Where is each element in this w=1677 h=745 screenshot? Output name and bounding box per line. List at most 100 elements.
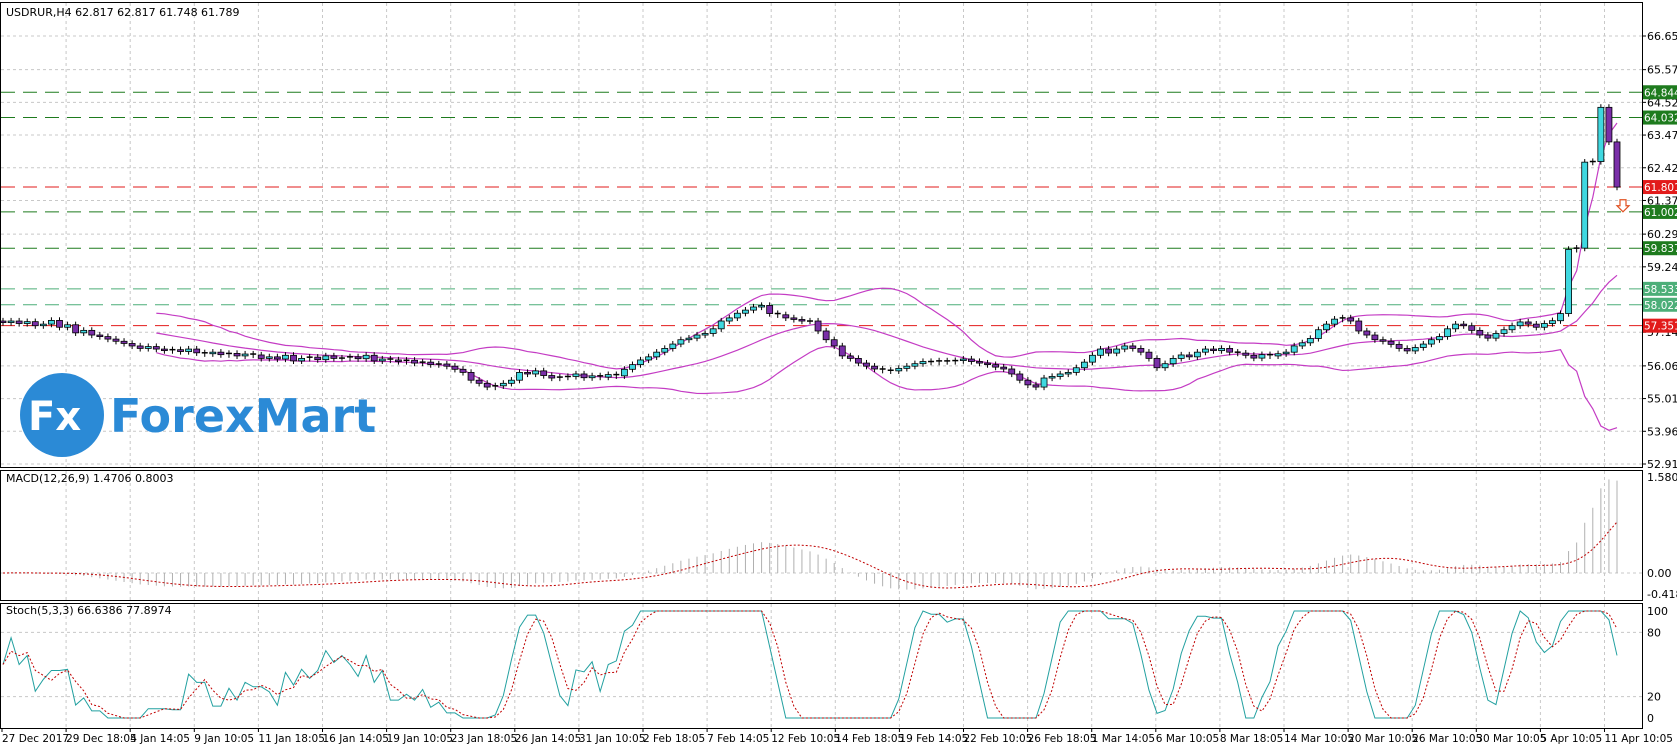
time-label: 23 Jan 18:05 [451, 733, 517, 745]
candle-bear [1363, 330, 1371, 336]
candle-bull [709, 328, 717, 334]
candle-bull [895, 367, 903, 372]
candle-bull [1436, 336, 1443, 341]
candle-bear [1460, 323, 1468, 327]
candle-bull [572, 373, 580, 377]
candle-bull [532, 370, 540, 375]
candle-bull [378, 358, 386, 362]
candle-bear [1008, 368, 1016, 375]
candle-bear [1016, 373, 1024, 381]
candle-bull [1056, 373, 1064, 377]
level-value: 57.351 [1644, 321, 1677, 333]
candle-bear [1105, 348, 1112, 354]
candle-bear [257, 354, 265, 359]
candle-bull [1508, 325, 1516, 331]
candle-bull [64, 324, 71, 328]
time-label: 30 Mar 10:05 [1476, 733, 1546, 745]
macd-axis-label: 0.00 [1647, 567, 1672, 580]
candle-bear [177, 349, 184, 352]
level-value: 59.837 [1644, 243, 1677, 255]
candle-bull [1121, 345, 1129, 350]
level-value: 61.002 [1644, 207, 1677, 219]
price-label: 53.960 [1647, 425, 1677, 438]
candle-bear [1355, 320, 1363, 332]
candle-bear [354, 356, 362, 360]
level-value: 58.533 [1644, 284, 1677, 296]
candle-bear [96, 334, 104, 337]
stoch-panel-frame [0, 603, 1643, 729]
candle-bull [717, 320, 725, 330]
candle-bear [451, 365, 459, 370]
price-levels [1, 91, 1642, 327]
candle-bear [766, 305, 774, 314]
candle-bull [629, 364, 636, 370]
stoch-info: Stoch(5,3,3) 66.6386 77.8974 [6, 604, 172, 617]
candle-bull [1298, 342, 1306, 347]
candle-bull [1419, 343, 1427, 348]
price-label: 59.240 [1647, 261, 1677, 274]
candle-bull [516, 372, 523, 381]
candle-bull [1089, 354, 1096, 363]
price-label: 62.420 [1647, 162, 1677, 175]
candle-bear [443, 363, 451, 367]
candle-bull [1048, 376, 1056, 379]
candle-bear [1145, 351, 1153, 359]
candle-bull [604, 374, 612, 378]
stoch-axis-label: 0 [1647, 712, 1654, 725]
candle-bear [830, 339, 838, 347]
candle-bear [411, 359, 418, 364]
candle-bull [241, 353, 249, 357]
candle-bear [88, 329, 96, 336]
bollinger-middle [156, 274, 1618, 379]
candle-bear [1250, 354, 1258, 359]
candle-bull [144, 346, 152, 349]
candle-bull [1177, 354, 1185, 359]
candle-bear [1379, 339, 1387, 342]
candle-bull [1258, 354, 1266, 359]
price-label: 56.060 [1647, 360, 1677, 373]
candle-bull [1323, 323, 1330, 331]
candle-bull [508, 379, 515, 384]
candle-bear [822, 330, 830, 341]
stoch-axis-label: 80 [1647, 626, 1661, 639]
candle-bear [1605, 106, 1613, 143]
candle-bull [1581, 161, 1589, 249]
candle-bull [1565, 248, 1572, 314]
candle-bull [1452, 323, 1459, 330]
candle-bear [483, 382, 491, 388]
candle-bear [984, 362, 991, 366]
candle-bull [1040, 377, 1048, 388]
candle-bull [1549, 320, 1556, 324]
trading-chart[interactable]: Fx ForexMart 27 Dec 201729 Dec 18:054 Ja… [0, 0, 1677, 745]
candle-bear [1000, 366, 1008, 370]
candle-bear [524, 372, 531, 375]
candle-bull [645, 356, 652, 361]
macd-info: MACD(12,26,9) 1.4706 0.8003 [6, 472, 174, 485]
time-label: 1 Mar 14:05 [1092, 733, 1155, 745]
candle-bull [653, 351, 661, 358]
time-label: 27 Dec 2017 [2, 733, 69, 745]
time-label: 26 Feb 18:05 [1028, 733, 1097, 745]
time-label: 14 Feb 18:05 [835, 733, 904, 745]
time-label: 4 Jan 14:05 [130, 733, 190, 745]
candle-bear [1137, 348, 1145, 353]
candle-bear [1242, 352, 1250, 356]
candle-bull [362, 354, 370, 360]
stoch-main-line [2, 610, 1618, 719]
candle-bull [209, 351, 217, 355]
candle-bull [1064, 372, 1072, 375]
candle-bull [758, 305, 765, 308]
level-value: 64.032 [1644, 113, 1677, 125]
candle-bear [1129, 345, 1137, 349]
time-label: 22 Feb 10:05 [964, 733, 1033, 745]
candle-bull [588, 375, 596, 379]
level-value: 61.801 [1644, 182, 1677, 194]
macd-panel-frame [0, 470, 1643, 601]
candle-bull [7, 320, 15, 323]
candle-bull [499, 382, 507, 387]
candle-bull [661, 348, 669, 353]
time-label: 9 Jan 10:05 [194, 733, 254, 745]
time-label: 26 Jan 14:05 [515, 733, 581, 745]
candle-bear [1185, 354, 1193, 358]
sell-arrow-icon [1615, 199, 1631, 213]
